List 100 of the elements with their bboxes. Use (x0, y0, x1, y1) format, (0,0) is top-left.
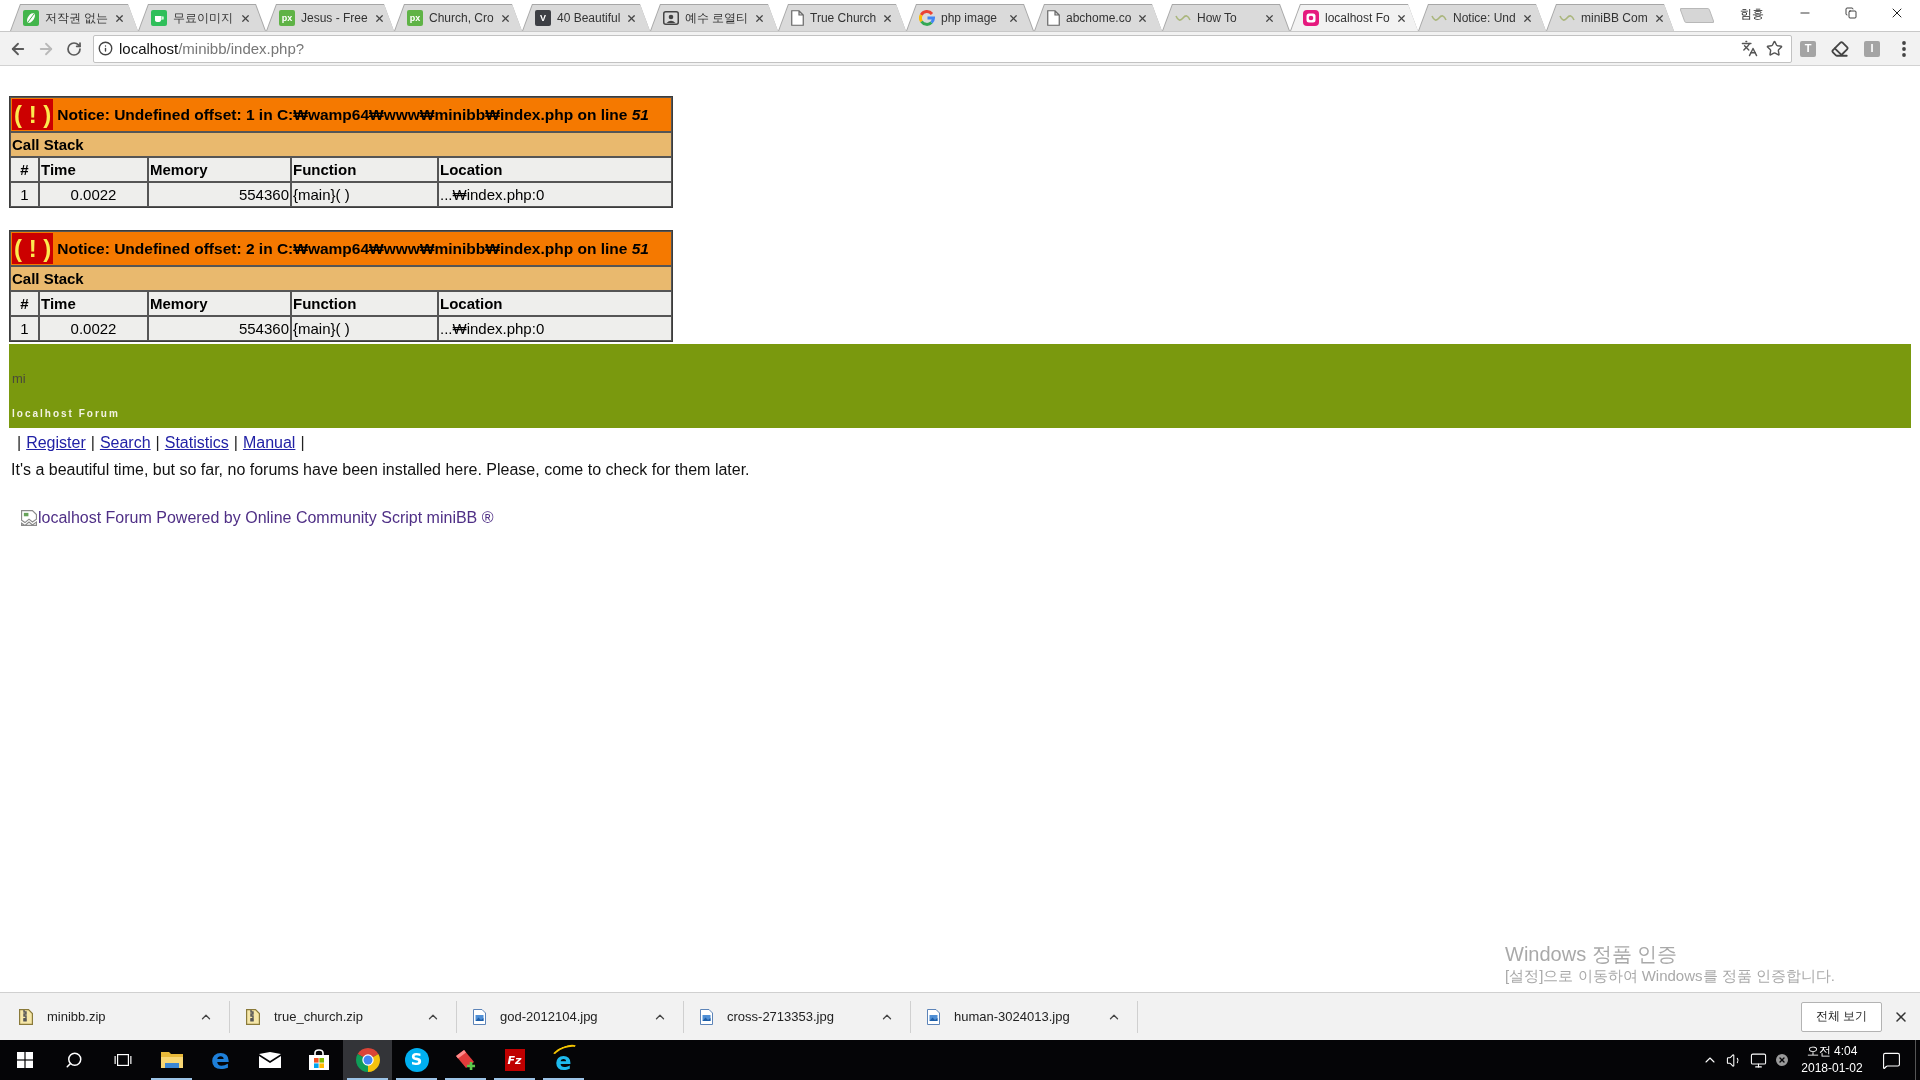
browser-tab[interactable]: px Jesus - Free (266, 4, 394, 31)
nav-separator: | (300, 433, 305, 453)
browser-tab[interactable]: localhost Fo (1290, 4, 1418, 31)
column-header: # (10, 291, 39, 316)
activation-text: [설정]으로 이동하여 Windows를 정품 인증합니다. (1505, 966, 1836, 986)
taskbar-button[interactable]: e (196, 1040, 245, 1080)
tile-logo-icon (1303, 10, 1319, 26)
nav-separator: | (155, 433, 160, 453)
download-item[interactable]: god-2012104.jpg (457, 1000, 684, 1033)
download-item[interactable]: human-3024013.jpg (911, 1000, 1138, 1033)
close-icon (1008, 12, 1019, 24)
browser-tab[interactable]: px Church, Cro (394, 4, 522, 31)
info-icon (98, 41, 113, 56)
download-item[interactable]: cross-2713353.jpg (684, 1000, 911, 1033)
app-logo: e (211, 1046, 230, 1074)
taskbar-button[interactable] (343, 1040, 392, 1080)
browser-tab[interactable]: 저작권 없는 (10, 4, 138, 31)
close-icon (1653, 12, 1665, 24)
table-cell: 554360 (148, 316, 291, 341)
wave-icon (1431, 13, 1447, 23)
folder-icon (159, 1052, 184, 1068)
column-header: Function (291, 157, 438, 182)
envelope-icon (258, 1052, 281, 1068)
browser-tab[interactable]: V 40 Beautiful (522, 4, 650, 31)
error-circle-icon (1774, 1052, 1790, 1068)
shopping-bag-icon (307, 1049, 330, 1071)
powered-by-link[interactable]: localhost Forum Powered by Online Community Script miniBB ® (21, 507, 494, 529)
column-header: Location (438, 291, 672, 316)
app-logo: Fz (504, 1049, 525, 1071)
zip-file-icon (246, 1008, 260, 1025)
show-all-button[interactable]: 전체 보기 (1800, 1001, 1882, 1032)
page-icon (1047, 10, 1060, 26)
nav-link[interactable]: Search (99, 432, 151, 454)
wave-icon (1559, 13, 1575, 23)
table-cell: {main}( ) (291, 316, 438, 341)
pencil-plus-icon (455, 1049, 476, 1071)
close-icon (114, 12, 126, 24)
table-cell: 0.0022 (39, 182, 148, 207)
nav-link[interactable]: Register (26, 432, 86, 454)
leaf-tile-icon (23, 10, 39, 26)
nav-separator: | (90, 433, 95, 453)
extension-tile: T (1800, 40, 1816, 57)
table-cell: 0.0022 (39, 316, 148, 341)
restore-icon (1845, 7, 1857, 19)
browser-tab[interactable]: miniBB Com (1546, 4, 1674, 31)
bookmark-star-icon (1766, 40, 1783, 57)
call-stack-title: Call Stack (10, 266, 672, 291)
nav-separator: | (233, 433, 238, 453)
close-icon (754, 12, 766, 24)
close-icon (1395, 12, 1407, 24)
column-header: Time (39, 157, 148, 182)
translate-icon (1741, 40, 1758, 57)
forum-title: localhost Forum (12, 408, 120, 420)
column-header: Memory (148, 291, 291, 316)
wave-icon (1175, 13, 1191, 23)
profile-name[interactable]: 힘흉 (1740, 6, 1764, 23)
browser-tab[interactable]: 무료이미지 (138, 4, 266, 31)
favicon-tile: px (279, 10, 295, 26)
error-message: Notice: Undefined offset: 2 in C:₩wamp64₩www₩minibb₩index.php on line 51 (57, 239, 649, 257)
app-logo: S (404, 1048, 429, 1072)
favicon-tile: V (535, 10, 551, 26)
portrait-icon (663, 11, 679, 25)
download-item[interactable]: true_church.zip (230, 1000, 457, 1033)
table-cell: ...₩index.php:0 (438, 182, 672, 207)
nav-link[interactable]: Manual (242, 432, 296, 454)
close-icon (373, 12, 385, 24)
eraser-icon (1831, 39, 1849, 58)
activation-title: Windows 정품 인증 (1505, 942, 1678, 966)
table-cell: 554360 (148, 182, 291, 207)
close-icon (240, 12, 251, 24)
browser-tab[interactable]: abchome.co (1034, 4, 1162, 31)
notification-icon (1881, 1050, 1901, 1070)
reload-icon (66, 40, 82, 57)
search-icon (64, 1051, 83, 1069)
browser-tab[interactable]: 예수 로열티 (650, 4, 778, 31)
image-file-icon (473, 1008, 486, 1025)
browser-tab[interactable]: php image (906, 4, 1034, 31)
browser-tab[interactable]: How To (1162, 4, 1290, 31)
column-header: Time (39, 291, 148, 316)
extension-tile: I (1864, 40, 1880, 57)
image-file-icon (927, 1008, 940, 1025)
call-stack-title: Call Stack (10, 132, 672, 157)
column-header: Function (291, 291, 438, 316)
zip-file-icon (19, 1008, 33, 1025)
page-icon (791, 10, 804, 26)
close-icon (499, 12, 511, 24)
menu-icon (1902, 40, 1906, 57)
error-message: Notice: Undefined offset: 1 in C:₩wamp64₩www₩minibb₩index.php on line 51 (57, 105, 649, 123)
table-cell: 1 (10, 182, 39, 207)
clock-button[interactable]: 오전 4:04 2018-01-02 (1797, 1043, 1867, 1077)
browser-tab[interactable]: Notice: Und (1418, 4, 1546, 31)
browser-tab[interactable]: True Church (778, 4, 906, 31)
address-field[interactable]: localhost/minibb/index.php? (93, 34, 1792, 63)
warning-marker: ( ! ) (12, 99, 54, 130)
close-icon (882, 12, 894, 24)
cup-icon (151, 10, 167, 26)
close-icon (1521, 12, 1533, 24)
download-item[interactable]: minibb.zip (3, 1000, 230, 1033)
column-header: Memory (148, 157, 291, 182)
nav-link[interactable]: Statistics (164, 432, 229, 454)
